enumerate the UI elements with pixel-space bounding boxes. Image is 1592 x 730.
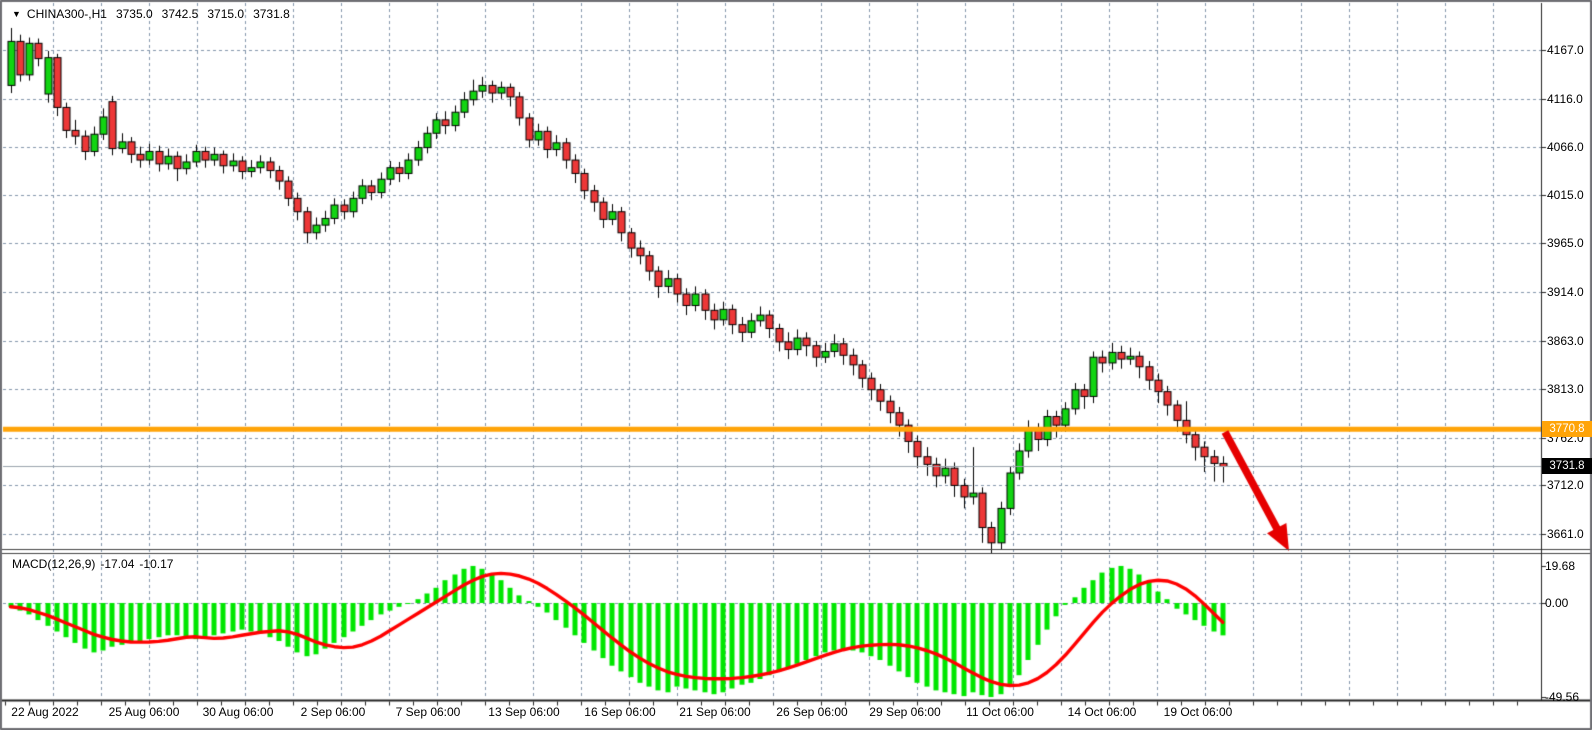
time-tick-label: 30 Aug 06:00	[203, 705, 274, 719]
price-tick-label: 3813.0	[1547, 382, 1584, 396]
chart-window: ▼ CHINA300-,H1 3735.0 3742.5 3715.0 3731.8 MA…	[0, 0, 1592, 730]
time-tick-label: 22 Aug 2022	[11, 705, 78, 719]
ohlc-close: 3731.8	[253, 7, 290, 21]
time-tick-label: 21 Sep 06:00	[679, 705, 750, 719]
price-tick-label: 4116.0	[1547, 92, 1583, 106]
macd-indicator-label: MACD(12,26,9) -17.04 -10.17	[12, 557, 173, 571]
price-tick-label: 3863.0	[1547, 334, 1584, 348]
macd-tick-label: 0.00	[1545, 596, 1568, 610]
ohlc-high: 3742.5	[162, 7, 199, 21]
time-tick-label: 11 Oct 06:00	[966, 705, 1034, 719]
ohlc-low: 3715.0	[207, 7, 244, 21]
time-tick-label: 2 Sep 06:00	[301, 705, 366, 719]
macd-name: MACD(12,26,9)	[12, 557, 95, 571]
symbol-header: ▼ CHINA300-,H1 3735.0 3742.5 3715.0 3731.8	[12, 7, 290, 21]
time-tick-label: 26 Sep 06:00	[776, 705, 847, 719]
hline-price-tag: 3770.8	[1542, 421, 1592, 437]
price-tick-label: 3661.0	[1547, 527, 1584, 541]
symbol-expander-icon[interactable]: ▼	[12, 9, 21, 19]
macd-tick-label: -49.56	[1545, 690, 1579, 704]
price-tick-label: 4167.0	[1547, 43, 1584, 57]
price-tick-label: 4015.0	[1547, 188, 1584, 202]
symbol-timeframe-label: CHINA300-,H1	[27, 7, 107, 21]
ohlc-open: 3735.0	[116, 7, 153, 21]
price-tick-label: 3712.0	[1547, 478, 1584, 492]
time-tick-label: 16 Sep 06:00	[584, 705, 655, 719]
macd-signal-value: -10.17	[139, 557, 173, 571]
time-tick-label: 14 Oct 06:00	[1068, 705, 1137, 719]
time-tick-label: 7 Sep 06:00	[396, 705, 461, 719]
price-tick-label: 4066.0	[1547, 140, 1584, 154]
price-tick-label: 3965.0	[1547, 236, 1584, 250]
time-tick-label: 13 Sep 06:00	[488, 705, 559, 719]
macd-value: -17.04	[100, 557, 134, 571]
time-tick-label: 29 Sep 06:00	[869, 705, 940, 719]
time-tick-label: 25 Aug 06:00	[109, 705, 180, 719]
bid-price-tag: 3731.8	[1542, 458, 1592, 474]
price-chart-canvas[interactable]	[0, 0, 1592, 730]
price-tick-label: 3914.0	[1547, 285, 1584, 299]
macd-tick-label: 19.68	[1545, 559, 1575, 573]
time-tick-label: 19 Oct 06:00	[1164, 705, 1233, 719]
